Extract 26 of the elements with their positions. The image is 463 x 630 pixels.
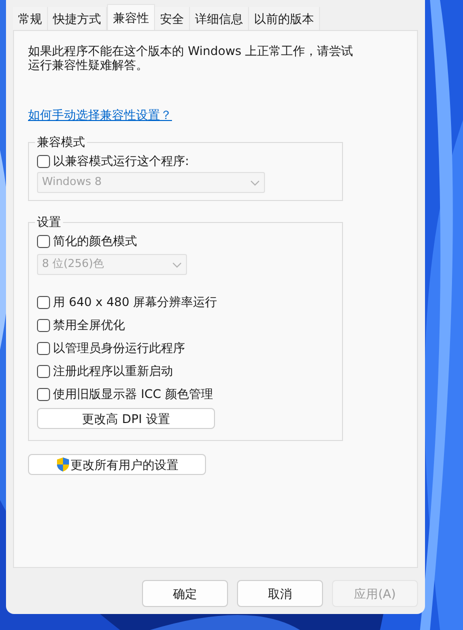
intro-text: 如果此程序不能在这个版本的 Windows 上正常工作，请尝试运行兼容性疑难解答。 xyxy=(28,44,354,72)
dialog-button[interactable]: 确定 xyxy=(142,580,228,607)
chevron-down-icon xyxy=(172,262,182,268)
shield-icon xyxy=(56,457,70,472)
help-link[interactable]: 如何手动选择兼容性设置？ xyxy=(28,106,172,124)
checkbox[interactable] xyxy=(37,364,50,378)
checkbox[interactable] xyxy=(37,388,50,400)
button[interactable]: 更改高 DPI 设置 xyxy=(37,408,215,429)
checkbox-label: 禁用全屏优化 xyxy=(53,317,125,334)
button[interactable]: 更改所有用户的设置 xyxy=(28,454,206,475)
group-title: 兼容模式 xyxy=(36,134,86,151)
checkbox-label: 注册此程序以重新启动 xyxy=(53,363,173,380)
checkbox[interactable] xyxy=(37,154,50,168)
checkbox[interactable] xyxy=(37,342,50,354)
checkbox[interactable] xyxy=(37,296,50,308)
checkbox[interactable] xyxy=(37,318,50,332)
dialog-button[interactable]: 取消 xyxy=(237,580,323,607)
chevron-down-icon xyxy=(250,180,260,186)
checkbox-label: 使用旧版显示器 ICC 颜色管理 xyxy=(53,386,213,403)
checkbox-label: 以管理员身份运行此程序 xyxy=(53,340,185,357)
group-title: 设置 xyxy=(36,214,62,231)
checkbox[interactable] xyxy=(37,234,50,248)
checkbox-label: 简化的颜色模式 xyxy=(53,233,137,250)
tab[interactable]: 兼容性 xyxy=(107,4,155,30)
checkbox-label: 用 640 x 480 屏幕分辨率运行 xyxy=(53,294,218,311)
checkbox-label: 以兼容模式运行这个程序: xyxy=(53,153,190,170)
